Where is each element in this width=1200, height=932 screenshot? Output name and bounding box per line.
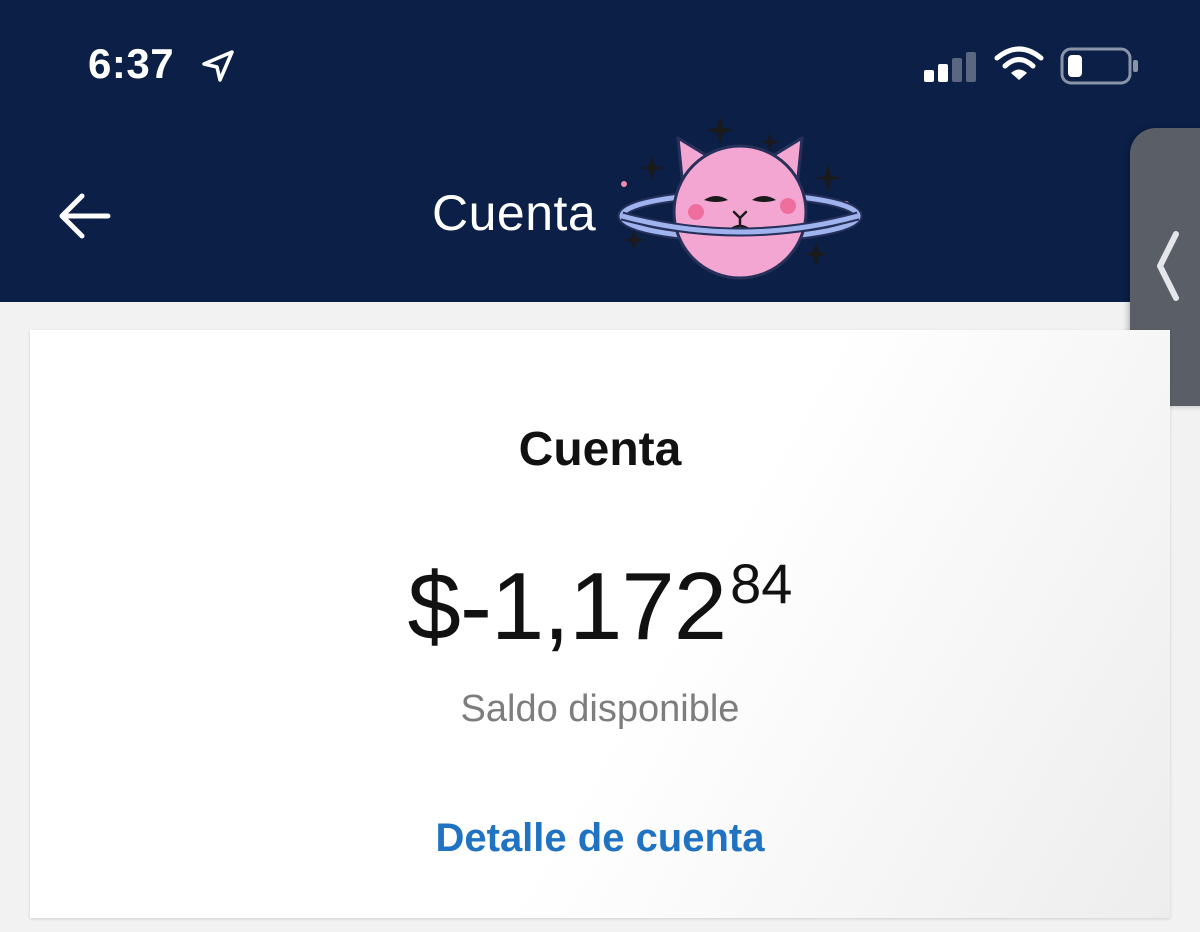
location-arrow-icon xyxy=(202,50,234,82)
balance-amount: $-1,17284 xyxy=(30,556,1170,655)
status-time: 6:37 xyxy=(88,40,175,87)
account-title: Cuenta xyxy=(518,423,682,476)
account-card: Cuenta $-1,17284 Saldo disponible Detall… xyxy=(30,330,1170,918)
cat-planet-sticker-icon xyxy=(617,116,863,280)
app-header: 6:37 Cuenta xyxy=(0,0,1200,302)
cellular-signal-icon xyxy=(924,52,976,82)
chevron-left-icon xyxy=(1157,231,1179,301)
account-detail-link[interactable]: Detalle de cuenta xyxy=(30,816,1170,861)
arrow-left-icon[interactable] xyxy=(54,188,114,244)
balance-main: $-1,172 xyxy=(407,553,728,660)
header-title: Cuenta xyxy=(432,185,597,241)
balance-cents: 84 xyxy=(730,552,793,615)
battery-icon xyxy=(1060,47,1138,85)
balance-label: Saldo disponible xyxy=(460,688,740,730)
wifi-icon xyxy=(994,46,1044,80)
